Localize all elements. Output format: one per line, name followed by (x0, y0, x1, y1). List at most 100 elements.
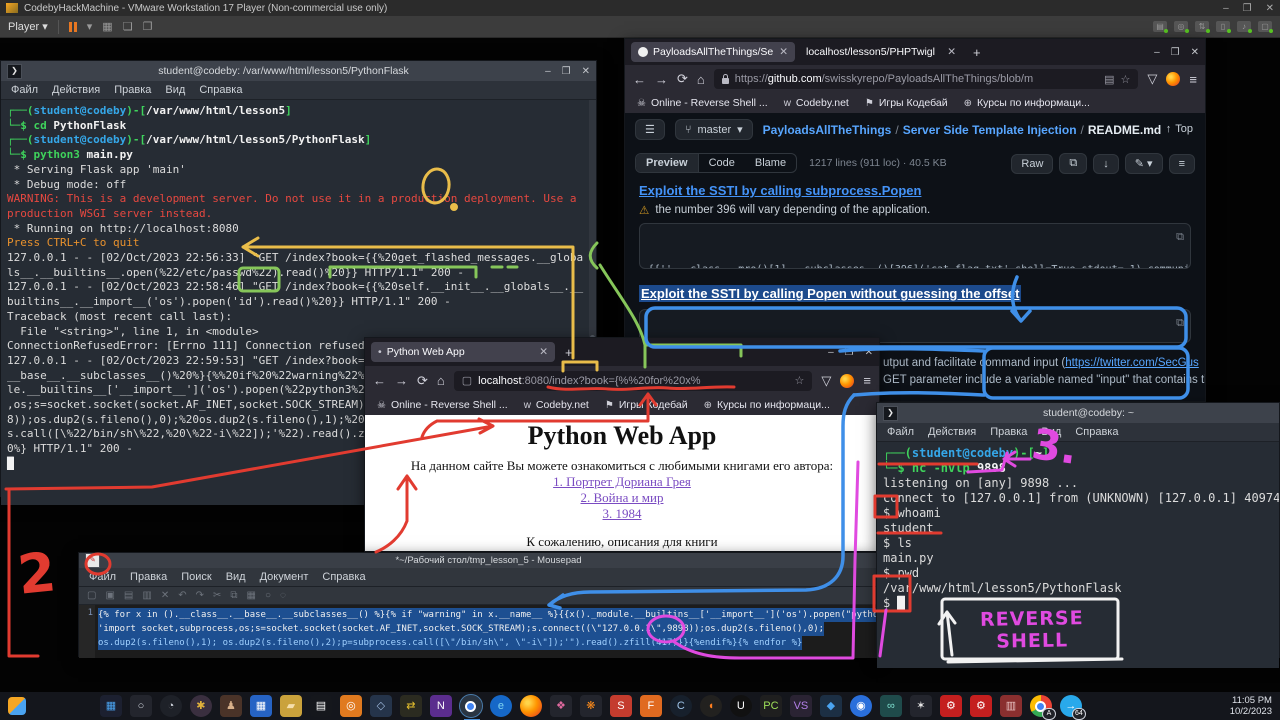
top-link[interactable]: ↑Top (1166, 123, 1193, 135)
heading-popen-no-offset[interactable]: Exploit the SSTI by calling Popen withou… (639, 285, 1021, 302)
copy-file-icon[interactable]: ⧉ (1059, 153, 1087, 174)
speedtest-icon[interactable]: ◔ (160, 695, 182, 717)
close-button[interactable]: ✕ (1266, 3, 1274, 14)
bookmark-star-icon[interactable]: ☆ (795, 374, 805, 387)
menu-item[interactable]: Справка (1075, 426, 1118, 438)
book-link[interactable]: 2. Война и мир (365, 490, 879, 506)
forward-icon[interactable]: → (655, 72, 668, 87)
search-replace-icon[interactable]: ◌ (280, 590, 286, 601)
menu-item[interactable]: Файл (11, 84, 38, 96)
display-device-icon[interactable]: ▢ (1258, 21, 1272, 32)
firefox-window-webapp[interactable]: • Python Web App ✕ + – ❐ ✕ ← → ⟳ ⌂ ▢ loc (364, 337, 880, 552)
twitter-link[interactable]: https://twitter.com/SecGus (1065, 357, 1199, 369)
terminal2-titlebar[interactable]: ❯ student@codeby: ~ (877, 403, 1279, 423)
menu-item[interactable]: Правка (114, 84, 151, 96)
slack-icon[interactable]: ✱ (190, 695, 212, 717)
home-icon[interactable]: ⌂ (437, 373, 445, 388)
url-bar[interactable]: ▢ localhost:8080/index?book={%%20for%20x… (454, 371, 813, 391)
bookmark-item[interactable]: ⊕Курсы по информаци... (704, 399, 830, 411)
back-icon[interactable]: ← (373, 373, 386, 388)
code-block-popen[interactable]: {{''.__class__.mro()[1].__subclasses__()… (639, 223, 1191, 269)
menu-item[interactable]: Файл (887, 426, 914, 438)
calendar-icon[interactable]: ▦ (250, 695, 272, 717)
tab-payloadsallthethings[interactable]: PayloadsAllTheThings/Se ✕ (631, 42, 795, 62)
reader-mode-icon[interactable]: ▤ (1104, 73, 1114, 86)
usb-device-icon[interactable]: ▯ (1216, 21, 1230, 32)
visual-studio-icon[interactable]: VS (790, 695, 812, 717)
chrome-2-icon[interactable]: A (1030, 695, 1052, 717)
start-icon[interactable]: ▦ (100, 695, 122, 717)
mousepad-titlebar[interactable]: ✎ *~/Рабочий стол/tmp_lesson_5 - Mousepa… (79, 553, 877, 568)
bookmark-item[interactable]: ⊕Курсы по информаци... (964, 97, 1090, 109)
tab-close-icon[interactable]: ✕ (779, 46, 788, 58)
spider-app-icon[interactable]: ✶ (910, 695, 932, 717)
close-button[interactable]: ✕ (1191, 47, 1199, 58)
firefox-icon[interactable] (520, 695, 542, 717)
bookmark-item[interactable]: wCodeby.net (784, 97, 849, 109)
reload-icon[interactable]: ⟳ (417, 373, 428, 389)
save-as-icon[interactable]: ▥ (142, 590, 151, 601)
menu-item[interactable]: Файл (89, 571, 116, 583)
new-tab-button[interactable]: + (967, 45, 987, 60)
book-link[interactable]: 1. Портрет Дориана Грея (365, 474, 879, 490)
vscode-icon[interactable]: ◆ (820, 695, 842, 717)
tab-code[interactable]: Code (699, 154, 745, 172)
sidebar-toggle-button[interactable]: ☰ (635, 119, 665, 140)
weather-widget-icon[interactable] (8, 697, 26, 715)
notion-icon[interactable]: ▤ (310, 695, 332, 717)
pause-button[interactable] (69, 22, 77, 32)
file-explorer-icon[interactable]: ▰ (280, 695, 302, 717)
raw-button[interactable]: Raw (1011, 154, 1053, 174)
menu-item[interactable]: Справка (322, 571, 365, 583)
tab-python-web-app[interactable]: • Python Web App ✕ (371, 342, 555, 362)
editor-text[interactable]: {% for x in ().__class__.__base__.__subc… (95, 605, 877, 658)
save-icon[interactable]: ▤ (124, 590, 133, 601)
cut-icon[interactable]: ✂ (213, 590, 221, 601)
search-icon[interactable]: ○ (130, 695, 152, 717)
gear-red-2-icon[interactable]: ⚙ (970, 695, 992, 717)
pycharm-icon[interactable]: PC (760, 695, 782, 717)
tor-browser-icon[interactable]: ⇄ (400, 695, 422, 717)
back-icon[interactable]: ← (633, 72, 646, 87)
copy-code-icon[interactable]: ⧉ (1176, 315, 1184, 331)
blender-icon[interactable]: ◖ (700, 695, 722, 717)
menu-item[interactable]: Поиск (181, 571, 211, 583)
firefox-account-icon[interactable] (840, 374, 854, 388)
url-bar[interactable]: https://github.com/swisskyrepo/PayloadsA… (714, 69, 1139, 89)
hdd-device-icon[interactable]: ▤ (1153, 21, 1167, 32)
copy-icon[interactable]: ⧉ (230, 590, 237, 601)
tab-preview[interactable]: Preview (636, 154, 699, 172)
chrome-icon[interactable] (460, 695, 482, 717)
s-red-app-icon[interactable]: S (610, 695, 632, 717)
terminal2-output[interactable]: ┌──(student@codeby)-[~]└─$ nc -nvlp 9898… (877, 442, 1279, 668)
vmware-app-icon[interactable]: ◇ (370, 695, 392, 717)
paste-icon[interactable]: ▦ (247, 590, 256, 601)
menu-item[interactable]: Вид (226, 571, 246, 583)
tab-close-icon[interactable]: ✕ (947, 46, 956, 58)
onenote-icon[interactable]: N (430, 695, 452, 717)
minimize-button[interactable]: – (1223, 3, 1229, 14)
fl-studio-icon[interactable]: ❋ (580, 695, 602, 717)
edge-icon[interactable]: e (490, 695, 512, 717)
portrait-app-icon[interactable]: ♟ (220, 695, 242, 717)
search-icon[interactable]: ○ (265, 590, 271, 601)
download-icon[interactable]: ↓ (1093, 154, 1119, 174)
bookmark-item[interactable]: ⚑Игры Кодебай (865, 97, 948, 109)
bookmark-item[interactable]: wCodeby.net (524, 399, 589, 411)
new-file-icon[interactable]: ▢ (87, 590, 96, 601)
close-button[interactable]: ✕ (865, 347, 873, 358)
bookmark-item[interactable]: ☠Online - Reverse Shell ... (637, 97, 768, 109)
cdrom-device-icon[interactable]: ◎ (1174, 21, 1188, 32)
menu-item[interactable]: Документ (260, 571, 309, 583)
menu-item[interactable]: Вид (165, 84, 185, 96)
sound-device-icon[interactable]: ♪ (1237, 21, 1251, 32)
menu-item[interactable]: Справка (199, 84, 242, 96)
menu-icon[interactable]: ≡ (1189, 72, 1197, 87)
undo-icon[interactable]: ↶ (178, 590, 186, 601)
pocket-icon[interactable]: ▽ (1147, 71, 1157, 87)
fullscreen-icon[interactable]: ❏ (123, 20, 133, 33)
bookmark-item[interactable]: ⚑Игры Кодебай (605, 399, 688, 411)
minimize-button[interactable]: – (828, 347, 834, 358)
edit-pencil-icon[interactable]: ✎ ▾ (1125, 153, 1163, 174)
terminal1-titlebar[interactable]: ❯ student@codeby: /var/www/html/lesson5/… (1, 61, 596, 81)
